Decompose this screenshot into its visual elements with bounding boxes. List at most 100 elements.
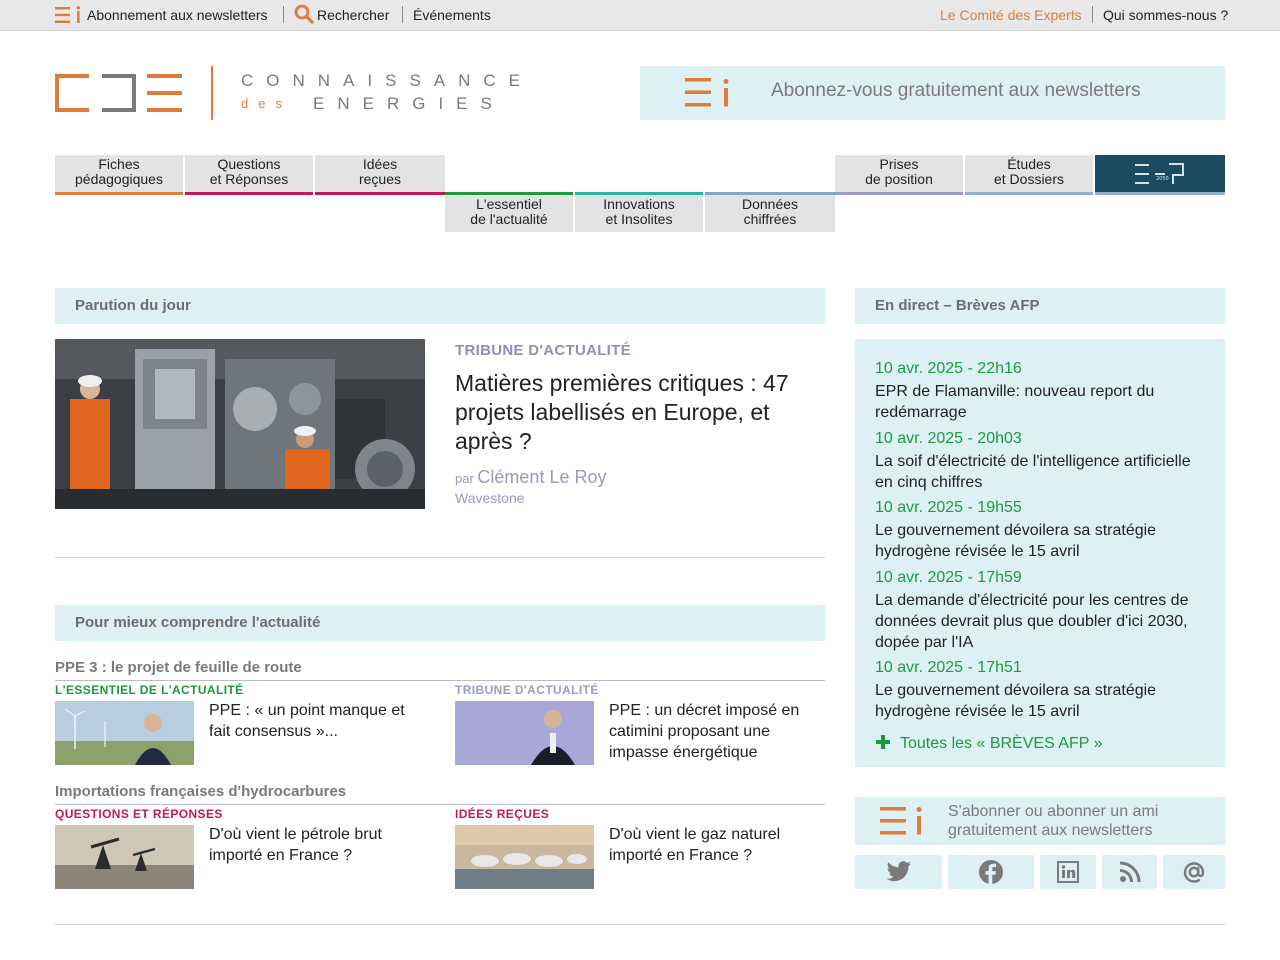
nav-label: de l'actualité (470, 211, 548, 227)
nav-label: et Dossiers (993, 171, 1065, 187)
search-icon[interactable] (294, 4, 314, 24)
card-thumbnail[interactable] (55, 701, 194, 765)
card-title[interactable]: PPE : un décret imposé en catimini propo… (609, 700, 819, 763)
email-button[interactable] (1163, 855, 1225, 889)
linkedin-icon (1057, 861, 1079, 883)
hero-category[interactable]: TRIBUNE D'ACTUALITÉ (455, 342, 631, 359)
linkedin-button[interactable] (1040, 855, 1096, 889)
afp-item[interactable]: 10 avr. 2025 - 17h51 Le gouvernement dév… (875, 658, 1205, 722)
divider (402, 6, 403, 23)
nav-fiches-pedagogiques[interactable]: Fiches pédagogiques (55, 155, 183, 195)
newsletter-icon (685, 78, 731, 113)
about-link[interactable]: Qui sommes-nous ? (1103, 7, 1228, 23)
hero-author[interactable]: Clément Le Roy (477, 467, 606, 487)
site-logo[interactable]: CONNAISSANCE des ENERGIES (55, 66, 535, 122)
nav-etudes-dossiers[interactable]: Études et Dossiers (965, 155, 1093, 195)
afp-date: 10 avr. 2025 - 20h03 (875, 430, 1022, 447)
card-thumbnail[interactable] (455, 825, 594, 889)
nav-label: pédagogiques (75, 171, 163, 187)
cde-logo-mark (55, 74, 182, 112)
afp-all-link[interactable]: Toutes les « BRÈVES AFP » (875, 734, 1102, 753)
afp-text[interactable]: La soif d'électricité de l'intelligence … (875, 451, 1205, 493)
afp-date: 10 avr. 2025 - 22h16 (875, 360, 1022, 377)
logo-divider (211, 66, 213, 120)
subscribe-friend-box[interactable]: S'abonner ou abonner un ami gratuitement… (855, 797, 1225, 845)
afp-all-label: Toutes les « BRÈVES AFP » (900, 735, 1103, 752)
experts-link[interactable]: Le Comité des Experts (940, 7, 1082, 23)
afp-text[interactable]: Le gouvernement dévoilera sa stratégie h… (875, 680, 1205, 722)
nav-label: Innovations (603, 196, 675, 212)
banner-text: Abonnez-vous gratuitement aux newsletter… (771, 80, 1141, 101)
subscribe-line: gratuitement aux newsletters (948, 822, 1153, 839)
newsletter-icon (880, 806, 926, 841)
topic-divider (55, 680, 825, 681)
nav-innovations-insolites[interactable]: Innovations et Insolites (575, 195, 703, 232)
card-thumbnail[interactable] (55, 825, 194, 889)
card-title[interactable]: D'où vient le gaz naturel importé en Fra… (609, 824, 819, 866)
byline-prefix: par (455, 471, 474, 486)
nav-label: Questions (217, 156, 281, 172)
afp-item[interactable]: 10 avr. 2025 - 22h16 EPR de Flamanville:… (875, 359, 1205, 423)
nav-label: Idées (362, 156, 398, 172)
topic-title[interactable]: PPE 3 : le projet de feuille de route (55, 659, 302, 676)
nav-questions-reponses[interactable]: Questions et Réponses (185, 155, 313, 195)
events-link[interactable]: Événements (413, 7, 491, 23)
nav-idees-recues[interactable]: Idées reçues (315, 155, 445, 195)
card-title[interactable]: D'où vient le pétrole brut importé en Fr… (209, 824, 409, 866)
topic-title[interactable]: Importations françaises d'hydrocarbures (55, 783, 346, 800)
newsletter-link[interactable]: Abonnement aux newsletters (87, 7, 268, 23)
nav-label: Fiches (98, 156, 140, 172)
afp-header: En direct – Brèves AFP (855, 288, 1225, 324)
parution-header: Parution du jour (55, 288, 825, 324)
twitter-button[interactable] (855, 855, 942, 889)
nav-label: de position (865, 171, 933, 187)
card-category[interactable]: TRIBUNE D'ACTUALITÉ (455, 683, 599, 697)
afp-text[interactable]: Le gouvernement dévoilera sa stratégie h… (875, 520, 1205, 562)
nav-label: Études (1007, 156, 1051, 172)
rss-icon (1119, 861, 1140, 883)
afp-date: 10 avr. 2025 - 17h59 (875, 569, 1022, 586)
nav-prises-de-position[interactable]: Prises de position (835, 155, 963, 195)
logo-word-connaissance: CONNAISSANCE (241, 71, 534, 90)
nav-essentiel-actualite[interactable]: L'essentiel de l'actualité (445, 195, 573, 232)
afp-text[interactable]: La demande d'électricité pour les centre… (875, 590, 1205, 653)
afp-date: 10 avr. 2025 - 19h55 (875, 499, 1022, 516)
logo-word-energies: ENERGIES (313, 94, 505, 113)
section-divider (55, 557, 825, 558)
card-thumbnail[interactable] (455, 701, 594, 765)
nav-label: et Insolites (605, 211, 673, 227)
nav-label: Données (741, 196, 799, 212)
afp-item[interactable]: 10 avr. 2025 - 17h59 La demande d'électr… (875, 568, 1205, 653)
hero-title[interactable]: Matières premières critiques : 47 projet… (455, 369, 815, 456)
hero-image[interactable] (55, 339, 425, 509)
top-utility-bar: Abonnement aux newsletters Rechercher Év… (0, 0, 1280, 31)
newsletter-icon[interactable] (55, 6, 83, 24)
subscribe-text: S'abonner ou abonner un ami gratuitement… (948, 802, 1158, 840)
card-category[interactable]: L'ESSENTIEL DE L'ACTUALITÉ (55, 683, 244, 697)
nav-efp-2050[interactable]: 2050 (1095, 155, 1225, 195)
nav-label: chiffrées (743, 211, 797, 227)
divider (1092, 6, 1093, 23)
facebook-button[interactable] (948, 855, 1034, 889)
afp-item[interactable]: 10 avr. 2025 - 20h03 La soif d'électrici… (875, 429, 1205, 493)
search-link[interactable]: Rechercher (317, 7, 389, 23)
topic-divider (55, 804, 825, 805)
afp-text[interactable]: EPR de Flamanville: nouveau report du re… (875, 381, 1205, 423)
understand-header: Pour mieux comprendre l'actualité (55, 605, 825, 641)
nav-label: L'essentiel (476, 196, 542, 212)
logo-word-des: des (241, 96, 292, 111)
nav-label: reçues (358, 171, 402, 187)
card-title[interactable]: PPE : « un point manque et fait consensu… (209, 700, 409, 742)
efp-logo-icon: 2050 (1135, 163, 1184, 184)
afp-item[interactable]: 10 avr. 2025 - 19h55 Le gouvernement dév… (875, 498, 1205, 562)
facebook-icon (979, 860, 1003, 884)
card-category[interactable]: IDÉES REÇUES (455, 807, 549, 821)
afp-date: 10 avr. 2025 - 17h51 (875, 659, 1022, 676)
email-icon (1183, 862, 1205, 883)
rss-button[interactable] (1102, 855, 1157, 889)
twitter-icon (886, 861, 911, 882)
divider (283, 6, 284, 23)
newsletter-banner[interactable]: Abonnez-vous gratuitement aux newsletter… (640, 66, 1225, 120)
card-category[interactable]: QUESTIONS ET RÉPONSES (55, 807, 223, 821)
nav-donnees-chiffrees[interactable]: Données chiffrées (705, 195, 835, 232)
